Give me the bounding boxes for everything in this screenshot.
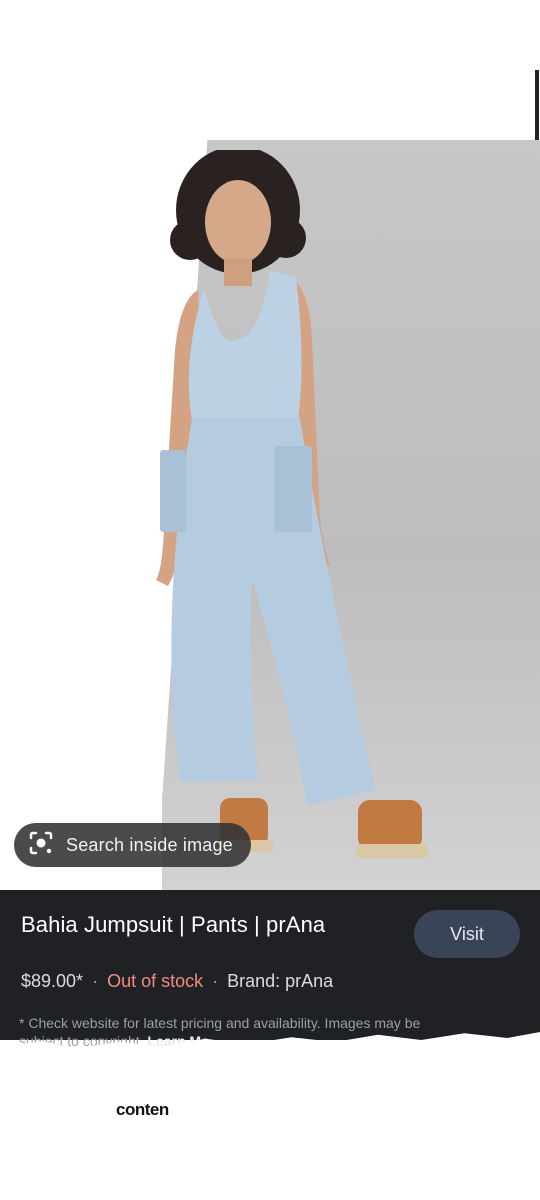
product-brand: Brand: prAna [227,971,334,991]
stock-status: Out of stock [107,971,204,991]
stray-content-text: conten [116,1100,169,1119]
visit-button[interactable]: Visit [414,910,520,958]
product-title[interactable]: Bahia Jumpsuit | Pants | prAna [21,912,325,938]
product-price: $89.00* [21,971,84,991]
product-image[interactable]: Search inside image [0,0,540,890]
separator-dot: · [92,971,99,991]
product-info-panel: Bahia Jumpsuit | Pants | prAna Visit $89… [0,890,540,1049]
model-in-jumpsuit-illustration [156,150,428,858]
search-inside-image-label: Search inside image [66,834,233,855]
separator-dot: · [212,971,219,991]
product-meta: $89.00* · Out of stock · Brand: prAna [21,971,333,992]
lens-icon [28,830,54,861]
search-inside-image-button[interactable]: Search inside image [14,823,251,867]
disclaimer-line-1: * Check website for latest pricing and a… [19,1015,421,1031]
image-edge-divider [535,70,539,140]
